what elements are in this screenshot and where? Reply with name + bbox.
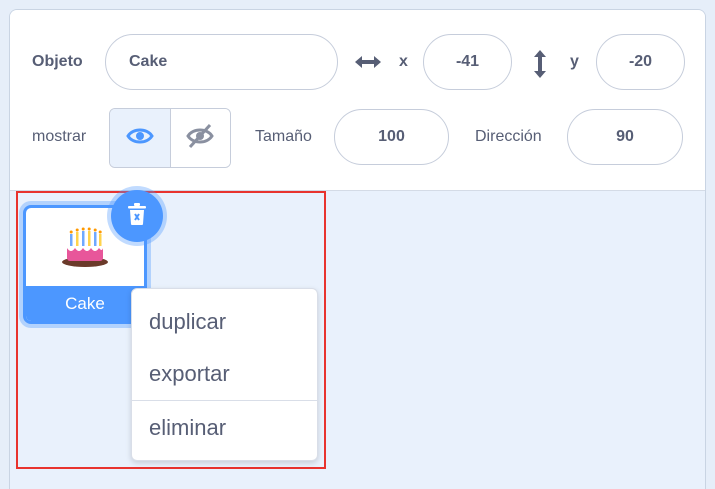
eye-icon xyxy=(126,126,154,151)
sprite-tile-label: Cake xyxy=(26,286,144,321)
direction-label: Dirección xyxy=(475,128,542,145)
eye-slash-icon xyxy=(186,123,215,154)
sprite-pane: Objeto Cake x -41 y -20 mostrar Tamaño 1… xyxy=(9,9,706,489)
y-label: y xyxy=(570,53,579,70)
hide-button[interactable] xyxy=(169,109,230,167)
x-position-input[interactable]: -41 xyxy=(423,34,512,90)
menu-divider xyxy=(132,400,317,401)
x-position-icon xyxy=(352,50,384,74)
sprite-label: Objeto xyxy=(32,53,83,70)
delete-sprite-button[interactable] xyxy=(111,190,163,242)
size-label: Tamaño xyxy=(255,128,312,145)
show-button[interactable] xyxy=(110,109,170,167)
context-menu: duplicar exportar eliminar xyxy=(131,288,318,461)
x-label: x xyxy=(399,53,408,70)
menu-item-duplicate[interactable]: duplicar xyxy=(132,296,317,348)
y-position-input[interactable]: -20 xyxy=(596,34,685,90)
show-label: mostrar xyxy=(32,128,87,145)
sprite-name-input[interactable]: Cake xyxy=(105,34,338,90)
cake-icon xyxy=(62,227,108,267)
visibility-toggle xyxy=(109,108,231,168)
y-position-icon xyxy=(529,48,551,80)
trash-icon xyxy=(127,202,147,231)
menu-item-delete[interactable]: eliminar xyxy=(132,402,317,454)
direction-input[interactable]: 90 xyxy=(567,109,683,165)
sprite-info-panel: Objeto Cake x -41 y -20 mostrar Tamaño 1… xyxy=(10,10,705,191)
size-input[interactable]: 100 xyxy=(334,109,449,165)
menu-item-export[interactable]: exportar xyxy=(132,348,317,400)
